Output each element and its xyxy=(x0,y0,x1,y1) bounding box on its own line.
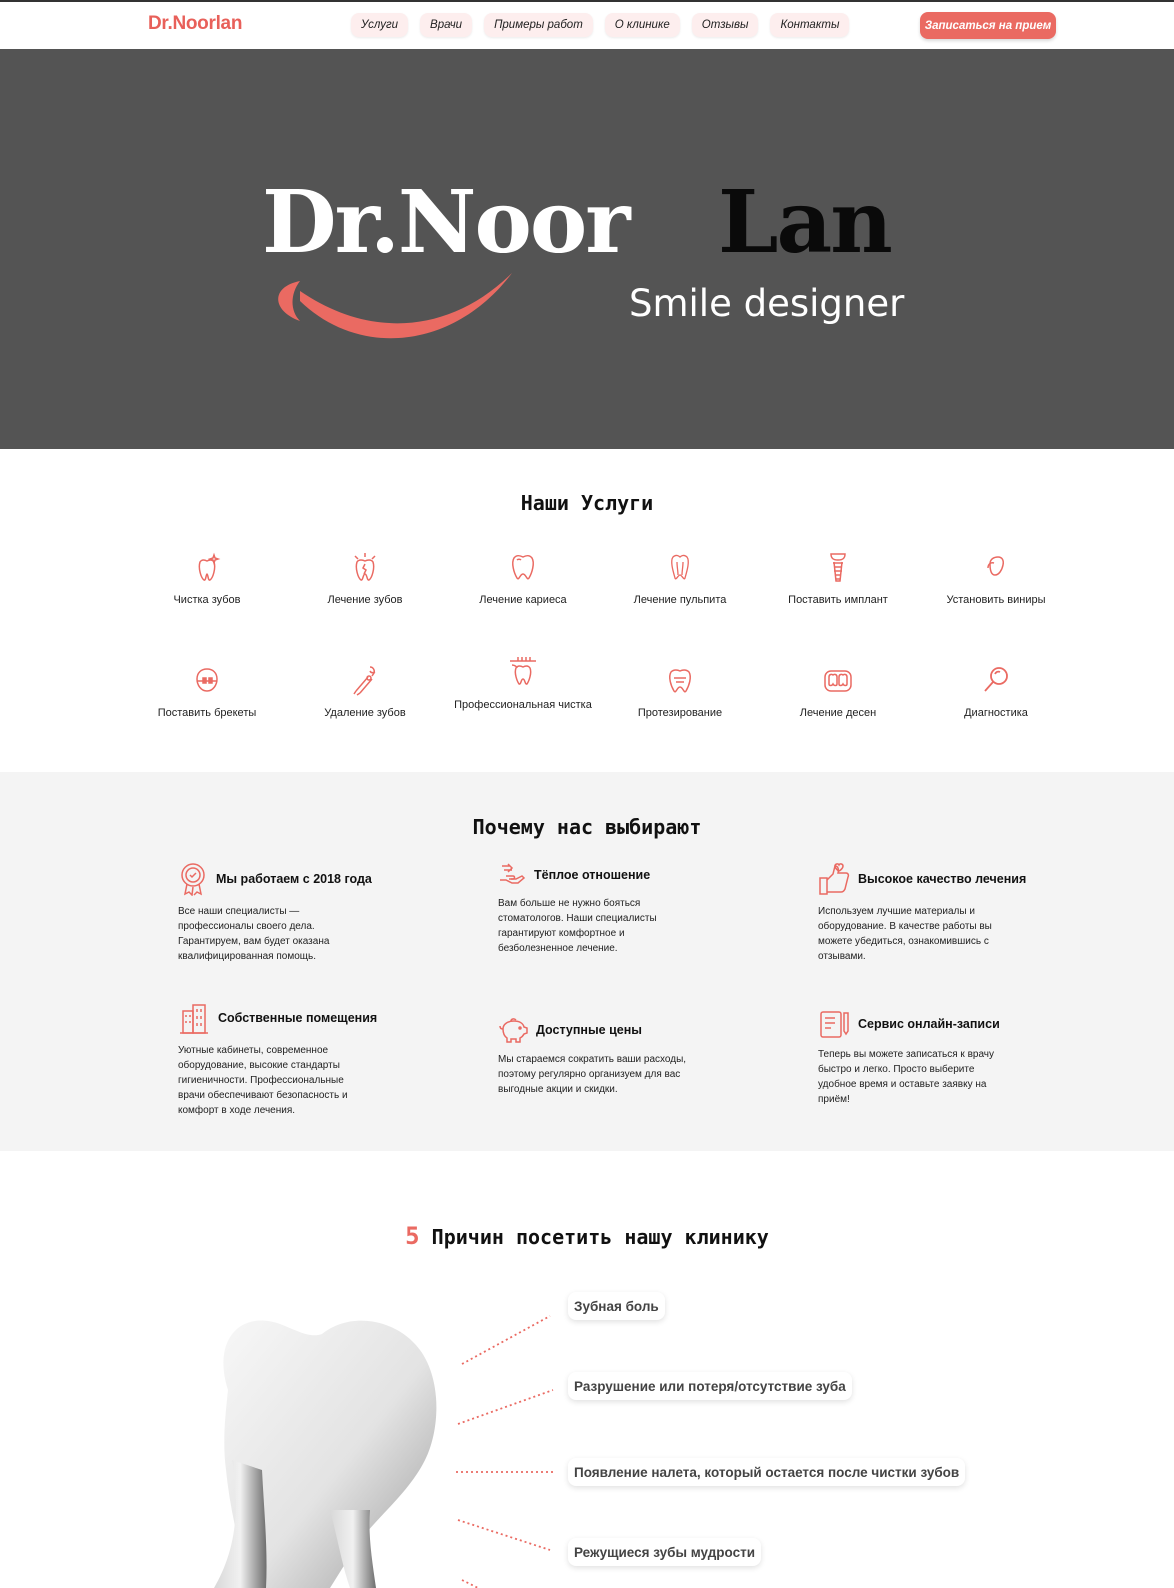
toothbrush-icon xyxy=(510,657,536,685)
feature-text: Теперь вы можете записаться к врачу быст… xyxy=(818,1049,995,1105)
service-label: Профессиональная чистка xyxy=(454,699,592,711)
service-diagnostics[interactable]: Диагностика xyxy=(921,663,1071,721)
service-pulpitis[interactable]: Лечение пульпита xyxy=(605,550,755,608)
service-cleaning[interactable]: Чистка зубов xyxy=(132,550,282,608)
hero-tagline: Smile designer xyxy=(629,282,905,325)
main-nav: Услуги Врачи Примеры работ О клинике Отз… xyxy=(351,13,861,39)
hero-logo-white: Dr.Noor xyxy=(262,172,632,273)
award-icon xyxy=(181,863,205,896)
feature-title: Высокое качество лечения xyxy=(858,872,1027,886)
reasons-title-text: Причин посетить нашу клинику xyxy=(431,1225,769,1249)
nav-item-contacts[interactable]: Контакты xyxy=(770,13,850,37)
hero-banner: Dr.Noor Lan Smile designer xyxy=(0,49,1174,449)
feature-text: Используем лучшие материалы и оборудован… xyxy=(818,906,992,962)
service-caries[interactable]: Лечение кариеса xyxy=(448,550,598,608)
service-label: Поставить имплант xyxy=(788,594,888,606)
service-label: Чистка зубов xyxy=(173,594,241,606)
tooth-root-icon xyxy=(671,554,689,580)
building-icon xyxy=(180,1004,208,1034)
feature-title: Доступные цены xyxy=(536,1023,642,1037)
forceps-icon xyxy=(353,666,376,696)
feature-since-2018: Мы работаем с 2018 года Все наши специал… xyxy=(178,862,438,964)
feature-online-booking: Сервис онлайн-записи Теперь вы можете за… xyxy=(818,1009,1078,1107)
service-prof-cleaning[interactable]: Профессиональная чистка xyxy=(448,655,598,713)
feature-title: Сервис онлайн-записи xyxy=(858,1017,1000,1031)
thumbs-up-icon xyxy=(819,863,850,895)
feature-text: Уютные кабинеты, современное оборудовани… xyxy=(178,1045,348,1116)
reason-item: Появление налета, который остается после… xyxy=(568,1458,966,1486)
tooth-root-left xyxy=(214,1460,267,1588)
reason-item: Зубная боль xyxy=(568,1292,665,1320)
nav-item-reviews[interactable]: Отзывы xyxy=(691,13,759,37)
service-treatment[interactable]: Лечение зубов xyxy=(290,550,440,608)
book-appointment-button[interactable]: Записаться на прием xyxy=(920,12,1056,39)
veneer-icon xyxy=(987,556,1004,576)
prosthesis-icon xyxy=(669,669,691,693)
hero-logo: Dr.Noor Lan Smile designer xyxy=(262,172,905,339)
service-label: Лечение пульпита xyxy=(633,594,727,606)
service-label: Удаление зубов xyxy=(324,707,406,719)
service-implant[interactable]: Поставить имплант xyxy=(763,550,913,608)
feature-title: Тёплое отношение xyxy=(534,868,651,882)
feature-text: Мы стараемся сократить ваши расходы, поэ… xyxy=(498,1054,687,1095)
reason-connectors xyxy=(456,1315,556,1588)
feature-warm-attitude: Тёплое отношение Вам больше не нужно боя… xyxy=(498,862,758,956)
feature-text: Все наши специалисты — профессионалы сво… xyxy=(178,906,330,962)
smile-arc xyxy=(300,273,512,339)
nav-item-portfolio[interactable]: Примеры работ xyxy=(484,13,593,37)
smile-left-mark xyxy=(278,281,300,321)
reasons-title: 5 Причин посетить нашу клинику xyxy=(0,1222,1174,1250)
feature-title: Мы работаем с 2018 года xyxy=(216,872,372,886)
service-label: Протезирование xyxy=(637,707,723,719)
service-gums[interactable]: Лечение десен xyxy=(763,663,913,721)
reason-item: Режущиеся зубы мудрости xyxy=(568,1538,762,1566)
implant-icon xyxy=(830,553,846,582)
tooth-pain-icon xyxy=(354,553,376,581)
service-label: Лечение кариеса xyxy=(479,594,567,606)
service-veneers[interactable]: Установить виниры xyxy=(921,550,1071,608)
service-label: Диагностика xyxy=(964,707,1028,719)
care-hand-icon xyxy=(500,863,526,884)
services-title: Наши Услуги xyxy=(520,491,654,515)
service-prosthetics[interactable]: Протезирование xyxy=(605,663,755,721)
online-form-icon xyxy=(820,1011,849,1038)
magnifier-icon xyxy=(984,667,1008,692)
feature-quality: Высокое качество лечения Используем лучш… xyxy=(818,862,1078,964)
brand-logo[interactable]: Dr.Noorlan xyxy=(148,13,242,35)
braces-icon xyxy=(196,668,218,692)
hero-logo-black: Lan xyxy=(718,172,891,273)
feature-text: Вам больше не нужно бояться стоматологов… xyxy=(498,898,657,954)
service-extraction[interactable]: Удаление зубов xyxy=(290,663,440,721)
service-label: Поставить брекеты xyxy=(157,707,257,719)
nav-item-doctors[interactable]: Врачи xyxy=(420,13,473,37)
feature-premises: Собственные помещения Уютные кабинеты, с… xyxy=(178,1001,438,1118)
feature-prices: Доступные цены Мы стараемся сократить ва… xyxy=(498,1016,758,1097)
sparkling-tooth-icon xyxy=(198,552,221,581)
service-label: Установить виниры xyxy=(946,594,1046,606)
piggy-bank-icon xyxy=(499,1018,528,1043)
gums-icon xyxy=(824,670,852,692)
service-braces[interactable]: Поставить брекеты xyxy=(132,663,282,721)
why-title: Почему нас выбирают xyxy=(472,815,702,839)
tooth-icon xyxy=(512,554,534,580)
nav-item-about[interactable]: О клинике xyxy=(604,13,680,37)
reason-item: Разрушение или потеря/отсутствие зуба xyxy=(568,1372,852,1400)
feature-title: Собственные помещения xyxy=(218,1011,378,1025)
nav-item-services[interactable]: Услуги xyxy=(351,13,409,37)
reasons-number: 5 xyxy=(405,1222,420,1250)
site-header: Dr.Noorlan Услуги Врачи Примеры работ О … xyxy=(0,2,1174,49)
service-label: Лечение зубов xyxy=(327,594,403,606)
service-label: Лечение десен xyxy=(799,707,877,719)
